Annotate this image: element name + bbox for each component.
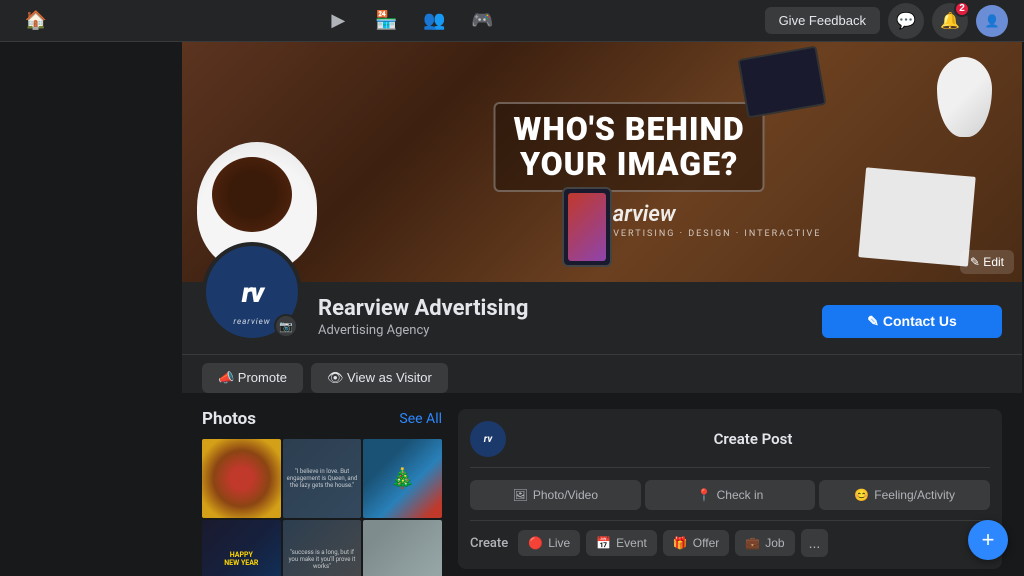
photo-video-button[interactable]: 🖼 Photo/Video (470, 480, 641, 510)
top-navigation: 🏠 ▶ 🏪 👥 🎮 Give Feedback 💬 🔔 2 👤 (0, 0, 1024, 42)
profile-name: Rearview Advertising (318, 296, 806, 321)
photos-section-header: Photos See All (202, 409, 442, 429)
floating-add-button[interactable]: + (968, 520, 1008, 560)
feeling-label: Feeling/Activity (874, 488, 955, 502)
cover-headline-text: WHO'S BEHIND YOUR IMAGE? (494, 102, 765, 192)
check-in-label: Check in (717, 488, 764, 502)
create-post-box: rv Create Post 🖼 Photo/Video 📍 Check in (458, 409, 1002, 569)
promote-button[interactable]: 📣 Promote (202, 363, 303, 393)
create-post-header: rv Create Post (470, 421, 990, 468)
photo-thumb-people[interactable] (363, 520, 442, 576)
live-icon: 🔴 (528, 536, 543, 550)
left-sidebar (2, 42, 182, 576)
photos-section: Photos See All "I believe in love. But e… (202, 409, 442, 576)
see-all-photos-link[interactable]: See All (399, 411, 442, 427)
photos-section-title: Photos (202, 409, 256, 429)
edit-cover-button[interactable]: ✎ Edit (960, 250, 1014, 274)
camera-icon: 📷 (279, 320, 293, 333)
nav-left: 🏠 (16, 1, 56, 41)
marketplace-nav-button[interactable]: 🏪 (366, 1, 406, 41)
notifications-button[interactable]: 🔔 2 (932, 3, 968, 39)
photo-thumb-quote2[interactable]: "success is a long, but if you make it y… (283, 520, 362, 576)
contact-us-button[interactable]: ✎ Contact Us (822, 305, 1002, 338)
feeling-activity-button[interactable]: 😊 Feeling/Activity (819, 480, 990, 510)
offer-button[interactable]: 🎁 Offer (663, 530, 729, 556)
cover-notebook (858, 167, 975, 266)
offer-label: Offer (693, 536, 719, 550)
job-label: Job (765, 536, 784, 550)
profile-actions: ✎ Contact Us (822, 305, 1002, 342)
notification-badge: 2 (954, 1, 970, 17)
offer-icon: 🎁 (673, 536, 688, 550)
profile-section: rv rearview 📷 Rearview Advertising Adver… (182, 282, 1022, 355)
cover-mouse (937, 57, 992, 137)
live-label: Live (548, 536, 570, 550)
photo-thumb-quote1[interactable]: "I believe in love. But engagement is Qu… (283, 439, 362, 518)
cover-photo: WHO'S BEHIND YOUR IMAGE? rearview ADVERT… (182, 42, 1022, 282)
create-post-title: Create Post (516, 430, 990, 448)
watch-nav-button[interactable]: ▶ (318, 1, 358, 41)
photo-thumb-christmas[interactable]: 🎄 (363, 439, 442, 518)
messenger-button[interactable]: 💬 (888, 3, 924, 39)
cover-tablet-device (737, 46, 826, 119)
avatar-logo-subtext: rearview (233, 317, 270, 326)
create-label: Create (470, 536, 508, 551)
avatar-logo-text: rv (242, 276, 263, 309)
photo-video-label: Photo/Video (533, 488, 598, 502)
job-icon: 💼 (745, 536, 760, 550)
photo-video-icon: 🖼 (513, 488, 528, 502)
profile-info: Rearview Advertising Advertising Agency (318, 296, 806, 342)
groups-nav-button[interactable]: 👥 (414, 1, 454, 41)
give-feedback-button[interactable]: Give Feedback (765, 7, 880, 34)
home-nav-button[interactable]: 🏠 (16, 1, 56, 41)
event-button[interactable]: 📅 Event (586, 530, 657, 556)
xmas-icon: 🎄 (390, 466, 415, 490)
cover-phone (562, 187, 612, 267)
more-create-options-button[interactable]: ... (801, 529, 829, 557)
nav-center: ▶ 🏪 👥 🎮 (318, 1, 502, 41)
cover-headline: WHO'S BEHIND YOUR IMAGE? (494, 102, 765, 192)
cover-background: WHO'S BEHIND YOUR IMAGE? rearview ADVERT… (182, 42, 1022, 282)
cover-brand-tagline: ADVERTISING · DESIGN · INTERACTIVE (598, 229, 822, 239)
quote2-text: "success is a long, but if you make it y… (287, 549, 358, 570)
profile-avatar-wrapper: rv rearview 📷 (202, 242, 302, 342)
check-in-button[interactable]: 📍 Check in (645, 480, 816, 510)
user-avatar[interactable]: 👤 (976, 5, 1008, 37)
view-as-visitor-button[interactable]: 👁 View as Visitor (311, 363, 448, 393)
profile-category: Advertising Agency (318, 323, 806, 338)
create-post-options: 🖼 Photo/Video 📍 Check in 😊 Feeling/Activ… (470, 480, 990, 510)
create-post-section: rv Create Post 🖼 Photo/Video 📍 Check in (458, 409, 1002, 576)
feeling-icon: 😊 (854, 488, 869, 502)
cover-phone-screen (568, 193, 606, 261)
live-button[interactable]: 🔴 Live (518, 530, 580, 556)
gaming-nav-button[interactable]: 🎮 (462, 1, 502, 41)
photo-thumb-newyear[interactable]: HAPPYNEW YEAR (202, 520, 281, 576)
nav-right: Give Feedback 💬 🔔 2 👤 (765, 3, 1008, 39)
photo-quote-text: "I believe in love. But engagement is Qu… (287, 468, 358, 489)
content-area: Photos See All "I believe in love. But e… (182, 393, 1022, 576)
check-in-icon: 📍 (697, 488, 712, 502)
job-button[interactable]: 💼 Job (735, 530, 794, 556)
page-wrapper: WHO'S BEHIND YOUR IMAGE? rearview ADVERT… (0, 42, 1024, 576)
event-icon: 📅 (596, 536, 611, 550)
create-actions: Create 🔴 Live 📅 Event 🎁 Offer (470, 520, 990, 557)
main-content: WHO'S BEHIND YOUR IMAGE? rearview ADVERT… (182, 42, 1022, 576)
photos-grid: "I believe in love. But engagement is Qu… (202, 439, 442, 576)
profile-secondary-actions: 📣 Promote 👁 View as Visitor (182, 355, 1022, 393)
photo-thumb-pizza[interactable] (202, 439, 281, 518)
create-post-avatar: rv (470, 421, 506, 457)
change-avatar-button[interactable]: 📷 (274, 314, 298, 338)
event-label: Event (616, 536, 647, 550)
